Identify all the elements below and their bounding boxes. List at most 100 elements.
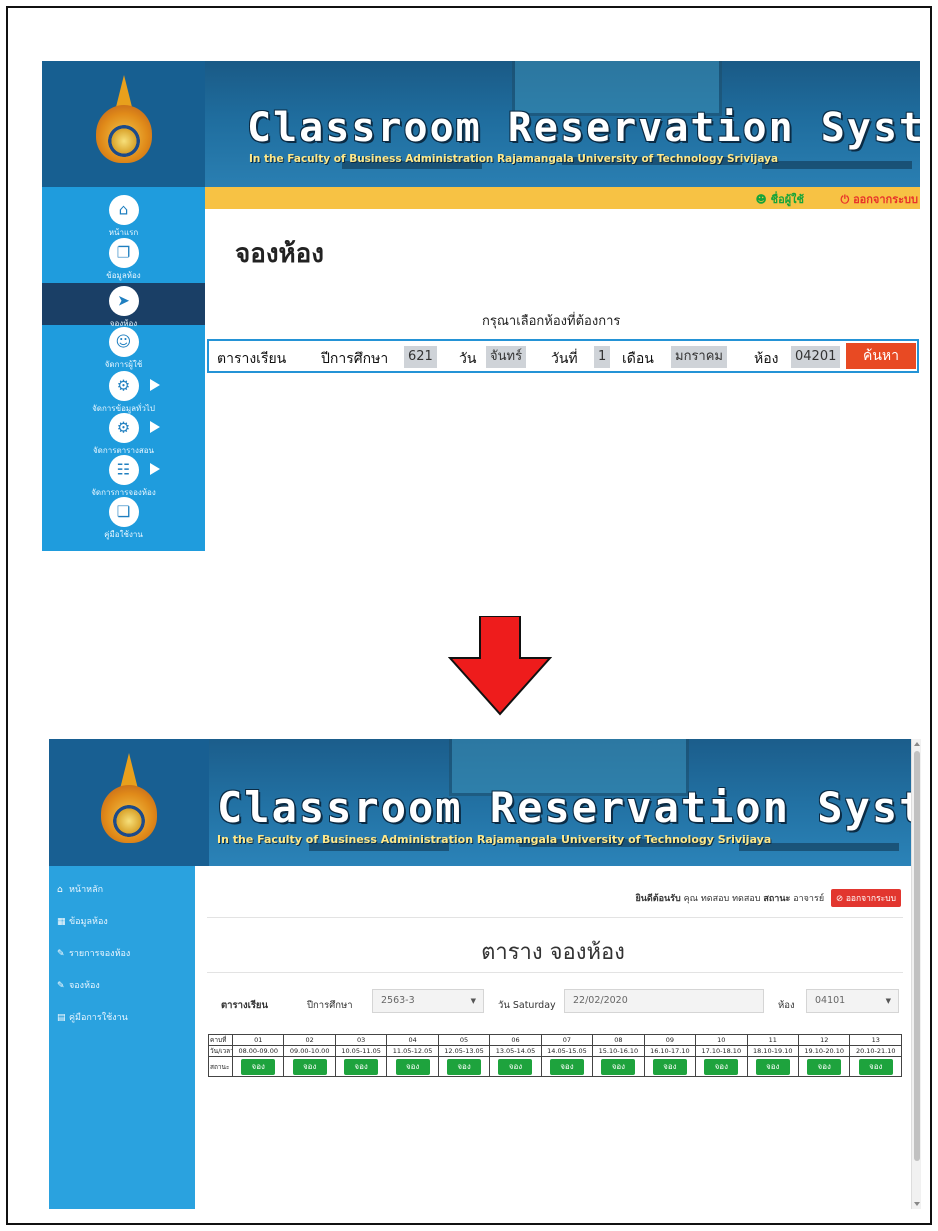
year-select[interactable]: 621 (404, 346, 437, 368)
expand-arrow-icon[interactable] (150, 463, 160, 475)
period-cell: 07 (540, 1034, 594, 1046)
date-select[interactable]: 1 (594, 346, 611, 368)
sidebar-item-manage-schedule[interactable]: ⚙ จัดการตารางสอน (42, 413, 205, 457)
sidebar-item-label: จัดการผู้ใช้ (104, 360, 143, 369)
book-button[interactable]: จอง (601, 1058, 636, 1075)
month-label: เดือน (622, 351, 654, 367)
sidebar-item-room-info[interactable]: ❐ ข้อมูลห้อง (42, 238, 205, 282)
time-cell: 16.10-17.10 (643, 1045, 697, 1057)
scroll-down-icon[interactable] (914, 1202, 920, 1206)
book-button[interactable]: จอง (395, 1058, 430, 1075)
chart-gear-icon: ⚙ (116, 376, 131, 395)
row-header: สถานะ (208, 1056, 233, 1077)
page-title: จองห้อง (235, 239, 324, 269)
room-select[interactable]: 04101 ▼ (806, 989, 899, 1013)
sidebar-item-label: จองห้อง (69, 981, 100, 991)
sidebar-item-manual[interactable]: ▤ คู่มือการใช้งาน (49, 1002, 195, 1034)
home-icon: ⌂ (118, 200, 129, 219)
book-button[interactable]: จอง (549, 1058, 584, 1075)
day-label: วัน Saturday (498, 1000, 556, 1011)
room-select[interactable]: 04201 (791, 346, 841, 368)
status-cell: จอง (334, 1056, 388, 1077)
pencil-icon: ✎ (57, 981, 65, 991)
row-header: คาบที่ (208, 1034, 233, 1046)
book-button[interactable]: จอง (858, 1058, 893, 1075)
book-button[interactable]: จอง (755, 1058, 790, 1075)
time-cell: 20.10-21.10 (849, 1045, 902, 1057)
sidebar-item-book-room[interactable]: ➤ จองห้อง (42, 283, 205, 328)
month-select[interactable]: มกราคม (671, 346, 727, 368)
sidebar-item-manage-general[interactable]: ⚙ จัดการข้อมูลทั่วไป (42, 371, 205, 415)
sidebar-item-book-room[interactable]: ✎ จองห้อง (49, 970, 195, 1002)
period-cell: 12 (797, 1034, 851, 1046)
schedule-label: ตารางเรียน (217, 351, 287, 367)
university-logo (42, 61, 205, 187)
app-subtitle: In the Faculty of Business Administratio… (249, 153, 779, 165)
period-row: คาบที่ 01 02 03 04 05 06 07 08 09 10 11 12 13 (208, 1034, 902, 1046)
app-title: Classroom Reservation System (247, 105, 920, 151)
file-icon: ▤ (57, 1013, 66, 1023)
date-input[interactable]: 22/02/2020 (564, 989, 764, 1013)
header-banner: Classroom Reservation System In the Facu… (42, 61, 920, 187)
status-cell: จอง (643, 1056, 697, 1077)
book-button[interactable]: จอง (652, 1058, 687, 1075)
home-icon: ⌂ (57, 885, 63, 895)
status-cell: จอง (231, 1056, 285, 1077)
room-label: ห้อง (778, 1000, 795, 1011)
time-cell: 11.05-12.05 (386, 1045, 439, 1057)
status-cell: จอง (592, 1056, 645, 1077)
status-cell: จอง (283, 1056, 336, 1077)
user-link[interactable]: ☻ ชื่อผู้ใช้ (755, 190, 804, 208)
sidebar-item-manage-bookings[interactable]: ☷ จัดการการจองห้อง (42, 455, 205, 499)
day-select[interactable]: จันทร์ (486, 346, 527, 368)
period-cell: 13 (849, 1034, 902, 1046)
power-icon: ⏻ (840, 193, 854, 206)
book-button[interactable]: จอง (344, 1058, 379, 1075)
scroll-up-icon[interactable] (914, 742, 920, 746)
screenshot-before: Classroom Reservation System In the Facu… (42, 61, 920, 551)
book-button[interactable]: จอง (447, 1058, 482, 1075)
book-button[interactable]: จอง (292, 1058, 327, 1075)
status-cell: จอง (797, 1056, 851, 1077)
sidebar-item-manage-users[interactable]: ☺ จัดการผู้ใช้ (42, 327, 205, 371)
logout-link[interactable]: ⏻ ออกจากระบบ (841, 190, 918, 208)
welcome-bar: ยินดีต้อนรับ คุณ ทดสอบ ทดสอบ สถานะ อาจาร… (635, 889, 901, 907)
period-cell: 02 (283, 1034, 336, 1046)
status-cell: จอง (540, 1056, 594, 1077)
book-button[interactable]: จอง (241, 1058, 276, 1075)
user-gear-icon: ☺ (115, 332, 132, 351)
search-form: ตารางเรียน ปีการศึกษา 621 วัน จันทร์ วัน… (207, 339, 919, 373)
sidebar-item-home[interactable]: ⌂ หน้าหลัก (49, 874, 195, 906)
sidebar-item-home[interactable]: ⌂ หน้าแรก (42, 195, 205, 239)
year-label: ปีการศึกษา (321, 351, 389, 367)
search-button[interactable]: ค้นหา (846, 343, 916, 369)
period-cell: 06 (489, 1034, 542, 1046)
status-cell: จอง (746, 1056, 799, 1077)
period-cell: 10 (695, 1034, 748, 1046)
sidebar-item-label: หน้าหลัก (69, 885, 104, 895)
logout-button[interactable]: ⊘ ออกจากระบบ (830, 889, 901, 907)
time-cell: 15.10-16.10 (592, 1045, 645, 1057)
sidebar-item-label: คู่มือใช้งาน (104, 530, 143, 539)
book-icon: ❏ (116, 502, 131, 521)
expand-arrow-icon[interactable] (150, 379, 160, 391)
year-select[interactable]: 2563-3 ▼ (372, 989, 484, 1013)
time-cell: 14.05-15.05 (540, 1045, 594, 1057)
sidebar-item-label: ข้อมูลห้อง (106, 271, 141, 280)
sidebar-item-manual[interactable]: ❏ คู่มือใช้งาน (42, 497, 205, 541)
app-title: Classroom Reservation System (217, 783, 911, 832)
book-button[interactable]: จอง (807, 1058, 842, 1075)
book-button[interactable]: จอง (498, 1058, 533, 1075)
time-cell: 12.05-13.05 (437, 1045, 491, 1057)
room-label: ห้อง (754, 351, 779, 367)
scrollbar-thumb[interactable] (914, 751, 920, 1161)
book-button[interactable]: จอง (704, 1058, 739, 1075)
sidebar: ⌂ หน้าหลัก ▦ ข้อมูลห้อง ✎ รายการจองห้อง ✎ จอ… (49, 866, 195, 1209)
header-banner: Classroom Reservation System In the Facu… (49, 739, 911, 866)
period-cell: 04 (386, 1034, 439, 1046)
time-cell: 13.05-14.05 (489, 1045, 542, 1057)
expand-arrow-icon[interactable] (150, 421, 160, 433)
sidebar-item-label: คู่มือการใช้งาน (69, 1013, 128, 1023)
scrollbar[interactable] (911, 739, 921, 1209)
status-cell: จอง (386, 1056, 439, 1077)
